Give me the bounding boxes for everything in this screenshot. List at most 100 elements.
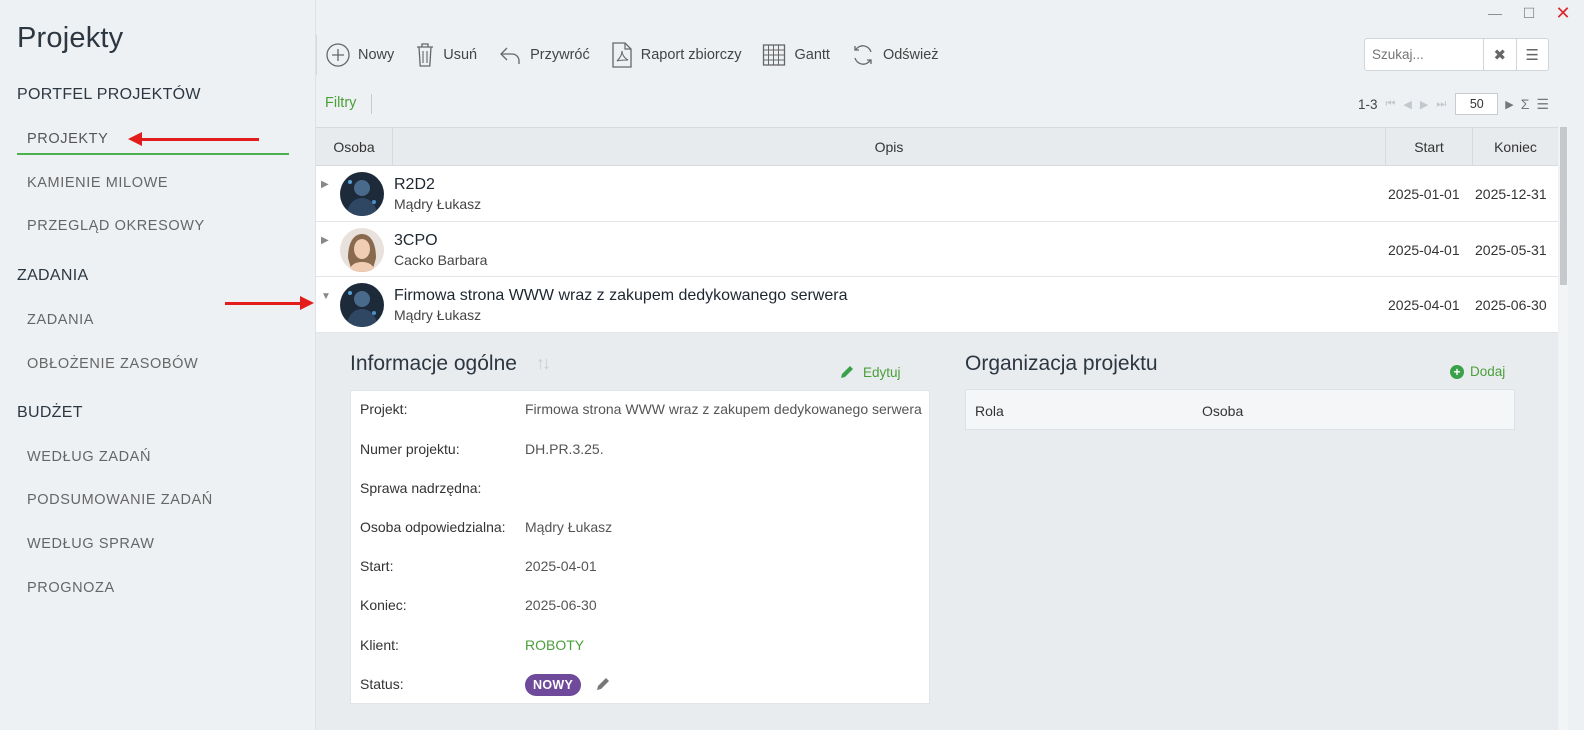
edit-button[interactable]: Edytuj [839,364,901,380]
sidebar-item-obciazenie-zasobow[interactable]: OBŁOŻENIE ZASOBÓW [27,356,198,372]
maximize-button[interactable]: ☐ [1512,2,1546,24]
sidebar-item-kamienie-milowe[interactable]: KAMIENIE MILOWE [27,175,168,191]
page-size-input[interactable] [1455,93,1499,115]
refresh-button[interactable]: Odśwież [851,43,939,67]
plus-circle-icon: + [1450,364,1464,379]
column-header-start[interactable]: Start [1386,128,1473,165]
projects-grid: Osoba Opis Start Koniec ▶ R2D2 Mądry Łuk… [316,127,1558,333]
project-name: R2D2 [394,176,435,193]
organization-table-header: Rola Osoba [965,389,1515,430]
sidebar-item-przeglad-okresowy[interactable]: PRZEGLĄD OKRESOWY [27,218,205,234]
section-heading-portfel: PORTFEL PROJEKTÓW [17,86,201,103]
toolbar: Nowy Usuń Przywróć Raport zbiorczy Gantt… [316,34,960,76]
delete-button[interactable]: Usuń [415,42,477,68]
app-title: Projekty [17,22,124,54]
project-name: 3CPO [394,231,438,249]
table-row[interactable]: ▶ 3CPO Cacko Barbara 2025-04-01 2025-05-… [316,221,1558,277]
clear-search-button[interactable]: ✖ [1483,39,1516,70]
next-page-icon[interactable]: ▶ [1420,98,1428,111]
sidebar-item-zadania[interactable]: ZADANIA [27,312,94,328]
grid-header: Osoba Opis Start Koniec [316,127,1558,166]
table-row[interactable]: ▶ R2D2 Mądry Łukasz 2025-01-01 2025-12-3… [316,166,1558,222]
field-value-koniec: 2025-06-30 [525,597,597,613]
field-label: Numer projektu: [360,441,460,457]
edit-status-pencil-icon[interactable] [595,676,611,695]
section-heading-zadania: ZADANIA [17,267,89,284]
first-page-icon[interactable]: ⏮ [1386,98,1396,111]
filters-link[interactable]: Filtry [325,95,356,111]
project-person: Mądry Łukasz [394,307,482,323]
sort-arrows-icon[interactable]: ↑↓ [536,353,551,374]
info-card: Projekt: Firmowa strona WWW wraz z zakupe… [350,390,930,704]
trash-icon [417,43,434,67]
plus-circle-icon [326,43,350,67]
toolbar-separator [316,35,317,75]
close-button[interactable]: ✕ [1546,2,1580,24]
client-link[interactable]: ROBOTY [525,637,584,653]
field-label: Start: [360,558,394,574]
info-heading: Informacje ogólne [350,352,517,375]
field-value-osoba: Mądry Łukasz [525,519,613,535]
column-header-osoba[interactable]: Osoba [1202,403,1243,419]
project-name: Firmowa strona WWW wraz z zakupem dedyko… [394,287,848,304]
gantt-button[interactable]: Gantt [762,43,830,67]
active-item-underline [17,153,289,155]
sidebar-item-prognoza[interactable]: PROGNOZA [27,580,115,596]
add-button[interactable]: + Dodaj [1450,364,1505,379]
report-button-label: Raport zbiorczy [640,47,742,63]
organization-heading: Organizacja projektu [965,352,1158,375]
sidebar: Projekty PORTFEL PROJEKTÓW PROJEKTY KAMI… [0,0,316,730]
collapse-caret-icon[interactable]: ▼ [321,291,331,302]
search-menu-button[interactable]: ☰ [1515,39,1549,70]
new-button[interactable]: Nowy [326,43,394,67]
sidebar-item-wedlug-zadan[interactable]: WEDŁUG ZADAŃ [27,449,151,465]
gantt-button-label: Gantt [794,47,830,63]
search-box: ✖ ☰ [1364,38,1549,71]
last-page-icon[interactable]: ⏭ [1436,98,1446,111]
section-heading-budzet: BUDŻET [17,404,83,421]
column-header-koniec[interactable]: Koniec [1473,128,1558,165]
column-header-opis[interactable]: Opis [393,128,1386,165]
restore-button[interactable]: Przywróć [498,43,590,67]
project-start: 2025-04-01 [1388,297,1460,313]
project-person: Cacko Barbara [394,251,488,268]
sidebar-item-projekty[interactable]: PROJEKTY [27,131,108,147]
new-button-label: Nowy [358,47,395,63]
undo-icon [500,47,520,64]
column-header-osoba[interactable]: Osoba [316,128,393,165]
pdf-file-icon [612,42,632,68]
filters-separator [371,94,372,114]
search-input[interactable] [1365,39,1483,70]
column-menu-button[interactable]: ☰ [1536,96,1549,113]
annotation-arrow-expanded-row [225,296,314,310]
prev-page-icon[interactable]: ◀ [1403,98,1411,111]
project-end: 2025-06-30 [1475,297,1547,313]
scrollbar-thumb[interactable] [1560,127,1567,285]
column-header-rola[interactable]: Rola [975,403,1004,419]
window-controls: — ☐ ✕ [1478,2,1580,24]
field-label: Sprawa nadrzędna: [360,480,482,496]
project-end: 2025-05-31 [1475,241,1547,258]
sum-button[interactable]: Σ [1521,96,1530,112]
field-label: Koniec: [360,597,407,613]
project-start: 2025-04-01 [1388,241,1460,258]
refresh-button-label: Odśwież [882,47,939,63]
refresh-icon [854,45,872,65]
pencil-icon [841,366,853,378]
avatar [340,283,384,327]
field-label: Osoba odpowiedzialna: [360,519,506,535]
vertical-scrollbar[interactable] [1559,127,1568,730]
report-button[interactable]: Raport zbiorczy [611,42,742,68]
add-button-label: Dodaj [1470,364,1506,379]
avatar [340,172,384,216]
sidebar-item-podsumowanie-zadan[interactable]: PODSUMOWANIE ZADAŃ [27,492,213,508]
minimize-button[interactable]: — [1478,2,1512,24]
expand-caret-icon[interactable]: ▶ [321,235,329,246]
field-label: Status: [360,676,404,692]
field-label: Klient: [360,637,399,653]
page-size-dropdown-icon[interactable]: ▶ [1505,98,1513,111]
field-value-start: 2025-04-01 [525,558,597,574]
sidebar-item-wedlug-spraw[interactable]: WEDŁUG SPRAW [27,536,155,552]
table-row-expanded[interactable]: ▼ Firmowa strona WWW wraz z zakupem dedy… [316,277,1558,333]
expand-caret-icon[interactable]: ▶ [321,179,329,190]
